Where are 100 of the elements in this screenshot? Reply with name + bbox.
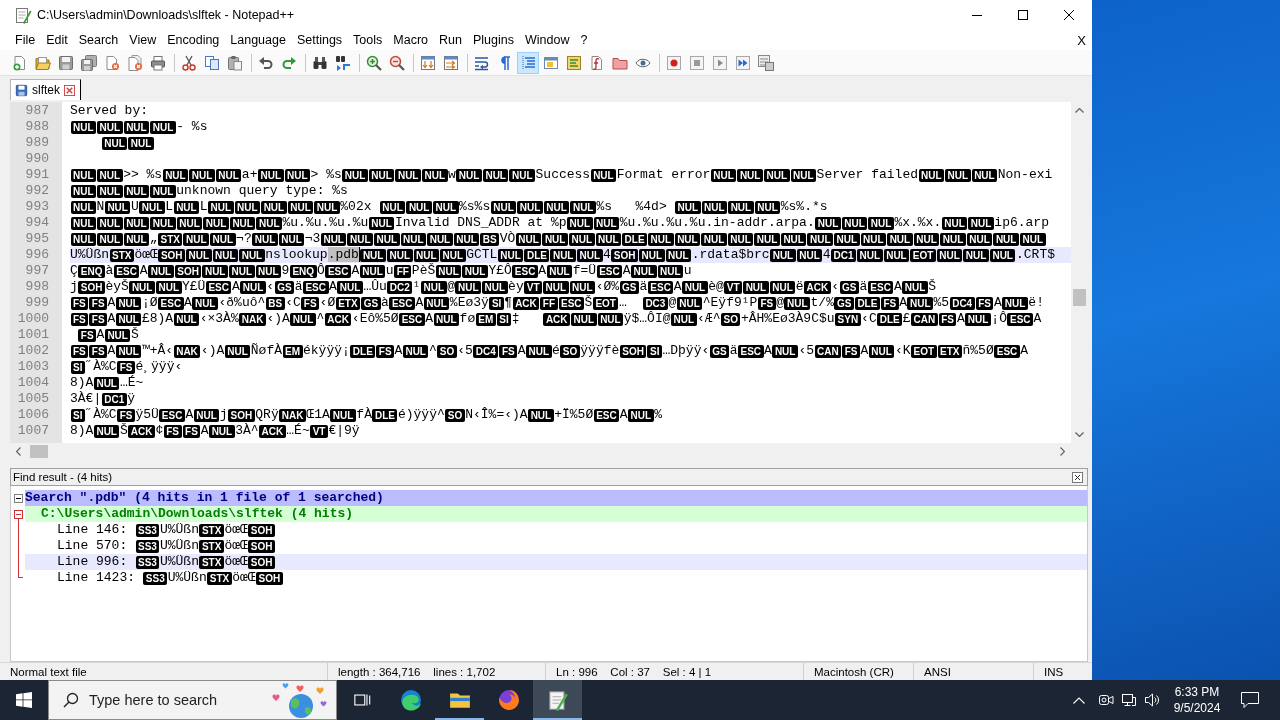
- camera-icon[interactable]: [1098, 692, 1114, 708]
- chevron-down-icon[interactable]: [1075, 432, 1084, 437]
- window-down-arrows-icon: [420, 54, 436, 71]
- browser-icon: [399, 689, 422, 711]
- word-wrap-icon: [474, 54, 490, 71]
- binoculars-icon: [312, 54, 328, 71]
- browser-icon: [497, 689, 520, 711]
- clock-date[interactable]: 9/5/2024: [1173, 700, 1221, 716]
- search-result-line[interactable]: Line 1423: SS3 U%Üßn STX öœŒ SOH: [25, 570, 284, 586]
- menu-item[interactable]: Settings: [291, 30, 348, 50]
- line-number: 1004: [17, 375, 49, 391]
- line-number: 992: [25, 183, 49, 199]
- open-folder-icon: [35, 54, 51, 71]
- floppy-disks-icon: [81, 54, 97, 71]
- indent-guide-button[interactable]: [517, 51, 539, 74]
- line-number: 999: [25, 295, 49, 311]
- window-right-arrows-icon: [443, 54, 459, 71]
- menu-item[interactable]: Macro: [387, 30, 434, 50]
- notepad-app-icon: [15, 6, 32, 24]
- status-text: ANSI: [924, 665, 951, 678]
- line-number: 1000: [17, 311, 49, 327]
- search-summary[interactable]: Search ".pdb" (4 hits in 1 file of 1 searched): [25, 490, 1087, 506]
- scrollbar-thumb[interactable]: [30, 445, 48, 458]
- code-line: Ç ENQ à ESC A NUL SOH NUL NUL NUL 9 ENQ Ô ESC A NUL u FF PèŠ NUL NUL Y£Ô ESC A NUL f=Ü ESC A NUL NUL u: [70, 263, 692, 279]
- network-icon[interactable]: [1121, 692, 1137, 708]
- menu-item[interactable]: Encoding: [161, 30, 225, 50]
- search-icon: [63, 692, 79, 708]
- menu-item[interactable]: ?: [574, 30, 593, 50]
- status-text: length : 364,716 lines : 1,702: [338, 665, 496, 678]
- code-line: 3À€| DC1 ÿ: [70, 391, 136, 407]
- volume-icon[interactable]: [1144, 692, 1160, 708]
- code-line: FS FS A NUL £8)A NUL ‹×3À% NAK ‹)A NUL ^ ACK ‹Eô%5Ø ESC A NUL fø EM SI ‡ ACK NUL NUL ÿ$…ÔI@ NUL ‹Æ^ SO +ÂH%Eø3À9C$u SYN ‹C DLE £ CAN FS A NUL ¡Ô ESC A: [70, 311, 1042, 327]
- document-tab[interactable]: slftek: [10, 79, 81, 100]
- indent-guide-icon: [520, 54, 536, 71]
- list-window-icon: [758, 54, 774, 71]
- line-number: 988: [25, 119, 49, 135]
- code-line: j SOH èyŠ NUL NUL Y£Ü ESC A NUL ‹ GS ä ESC A NUL …Ûu DC2 ¹ NUL @ NUL NUL èy VT NUL NUL ‹Ø% GS ä ESC A NUL è@ VT NUL NUL ë ACK ‹ GS ä ESC A NUL Š: [70, 279, 937, 295]
- line-number: 993: [25, 199, 49, 215]
- taskbar-app-button[interactable]: [533, 680, 582, 720]
- search-result-line[interactable]: Line 570: SS3 U%Üßn STX öœŒ SOH: [25, 538, 276, 554]
- printer-icon: [150, 54, 166, 71]
- search-field[interactable]: Type here to search: [89, 690, 239, 710]
- code-line: 8)A NUL Š ACK ¢ FS FS A NUL 3À^ ACK …É~ VT €|9ÿ: [70, 423, 360, 439]
- code-line: SI ˝À%C FS é¸ÿÿÿ‹: [70, 359, 183, 375]
- minimize-icon: [972, 14, 982, 16]
- menu-item[interactable]: Search: [73, 30, 124, 50]
- status-text: Macintosh (CR): [814, 665, 894, 678]
- clipboard-icon: [227, 54, 243, 71]
- menu-item[interactable]: Window: [519, 30, 575, 50]
- close-icon[interactable]: [1072, 471, 1083, 483]
- file-result-header[interactable]: C:\Users\admin\Downloads\slftek (4 hits): [25, 506, 1087, 522]
- menu-item[interactable]: File: [9, 30, 41, 50]
- line-number: 987: [25, 103, 49, 119]
- line-number: 997: [25, 263, 49, 279]
- line-number: 994: [25, 215, 49, 231]
- menu-item[interactable]: Run: [433, 30, 468, 50]
- line-number: 989: [25, 135, 49, 151]
- menu-item[interactable]: Language: [224, 30, 292, 50]
- code-line: FS FS A NUL ¡Ø ESC A NUL ‹ð%uô^ BS ‹C FS ‹Ø ETX GS à ESC A NUL %Eø3ÿ SI ¶ ACK FF ESC Š EOT … DC3 @ NUL ^Eÿf9¹P FS @ NUL t/% GS DLE FS A NUL %5 DC4 FS A NUL ë!: [70, 295, 1044, 311]
- panel-title: Find result - (4 hits): [13, 471, 113, 483]
- menu-item[interactable]: Tools: [347, 30, 388, 50]
- line-number: 991: [25, 167, 49, 183]
- windows-logo-icon: [16, 692, 32, 708]
- status-text: Normal text file: [10, 665, 87, 678]
- record-icon: [666, 54, 682, 71]
- code-line: NUL N NUL U NUL L NUL L NUL NUL NUL NUL NUL %02x NUL NUL NUL %s%s NUL NUL NUL NUL %s %4d> NUL NUL NUL NUL %s%.*s: [70, 199, 828, 215]
- close-document-button[interactable]: X: [1075, 30, 1088, 50]
- menu-item[interactable]: Edit: [40, 30, 74, 50]
- search-result-line[interactable]: Line 146: SS3 U%Üßn STX öœŒ SOH: [25, 522, 276, 538]
- code-line: NUL NUL NUL „ STX NUL NUL ¬? NUL NUL ¬3 NUL NUL NUL NUL NUL NUL BS VÒ NUL NUL NUL NUL DLE NUL NUL NUL NUL NUL NUL NUL NUL NUL NUL NUL NUL NUL NUL NUL: [70, 231, 1046, 247]
- replace-icon: [335, 54, 351, 71]
- close-icon: [1064, 10, 1074, 20]
- window-title: C:\Users\admin\Downloads\slftek - Notepad++: [37, 8, 295, 22]
- chevron-left-icon[interactable]: [16, 447, 21, 456]
- line-number: 996: [25, 247, 49, 263]
- line-number: 1001: [17, 327, 49, 343]
- line-number: 1005: [17, 391, 49, 407]
- collapse-icon[interactable]: [13, 493, 23, 503]
- line-number: 990: [25, 151, 49, 167]
- code-line: NUL NUL >> %s NUL NUL NUL a+ NUL NUL > %s NUL NUL NUL NUL w NUL NUL NUL Success NUL Format error NUL NUL NUL NUL Server failed NUL NUL NUL Non-exi: [70, 167, 1053, 183]
- close-file-icon: [104, 54, 120, 71]
- line-number: 998: [25, 279, 49, 295]
- chevron-right-icon[interactable]: [1060, 447, 1065, 456]
- undo-icon: [258, 54, 274, 71]
- notification-icon[interactable]: [1241, 692, 1259, 708]
- scissors-icon: [181, 54, 197, 71]
- line-number: 1007: [17, 423, 49, 439]
- code-line: FS A NUL Š: [77, 327, 139, 343]
- search-box[interactable]: Type here to search: [48, 680, 337, 720]
- code-line: SI ˝À%C FS ÿ5Ü ESC A NUL j SOH QRÿ NAK Œ1A NUL fÀ DLE é)ÿÿÿ^ SO N‹Î%=‹)A NUL +Ï%5Ø ESC A NUL %: [70, 407, 662, 423]
- play-icon: [712, 54, 728, 71]
- fold-tree-line: [17, 519, 23, 578]
- code-line: NUL NUL: [70, 135, 155, 151]
- line-number: 1006: [17, 407, 49, 423]
- status-text: Ln : 996 Col : 37 Sel : 4 | 1: [556, 665, 712, 678]
- scrollbar-thumb[interactable]: [1073, 289, 1086, 306]
- clock-time[interactable]: 6:33 PM: [1174, 684, 1220, 700]
- menu-item[interactable]: Plugins: [467, 30, 520, 50]
- zoom-in-icon: [366, 54, 382, 71]
- menu-item[interactable]: View: [123, 30, 162, 50]
